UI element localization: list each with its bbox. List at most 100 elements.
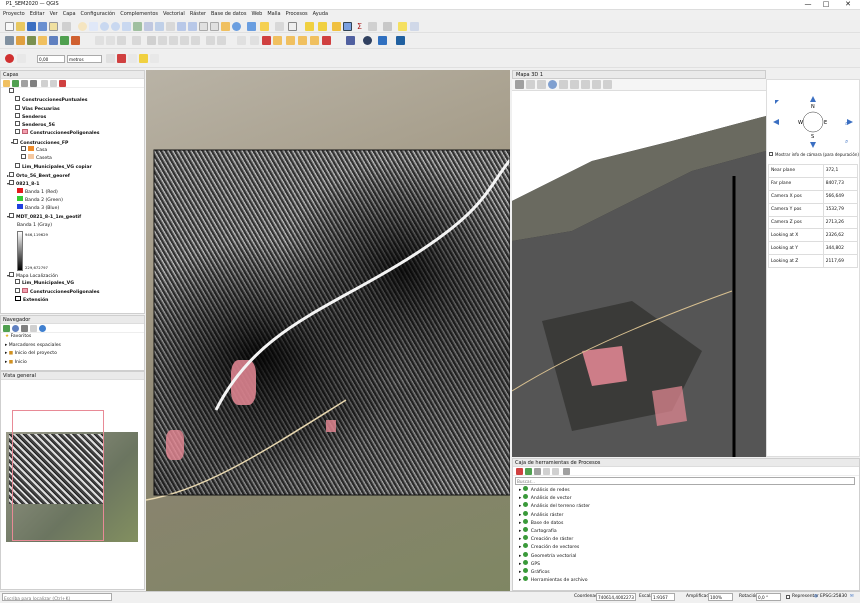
menu-ayuda[interactable]: Ayuda [313,10,328,19]
menu-web[interactable]: Web [251,10,262,19]
pan-hand-icon[interactable] [78,22,87,31]
identify-icon[interactable] [247,22,256,31]
map3d-canvas[interactable] [512,91,766,457]
snap-type-icon[interactable] [17,54,26,63]
messages-icon[interactable]: ✉ [850,594,854,599]
magnifier-field[interactable]: 100% [708,593,733,601]
processing-group[interactable]: ▸ Geometría vectorial [513,551,859,561]
collapse-browser-icon[interactable] [30,325,37,332]
group-checkbox[interactable] [9,88,14,93]
models-icon[interactable] [516,468,523,475]
processing-group[interactable]: ▸ Creación de ráster [513,535,859,544]
layer-item[interactable]: Extensión [3,295,142,305]
toggle-edit-icon[interactable] [106,36,115,45]
close-button[interactable]: ✕ [840,0,856,9]
menu-raster[interactable]: Ráster [190,10,206,19]
save-edits-icon[interactable] [117,36,126,45]
layer-item[interactable]: ▾ 0821_8-1 [3,180,142,188]
self-snap-icon[interactable] [139,54,148,63]
print-icon[interactable] [62,22,71,31]
plugin-icon[interactable] [378,36,387,45]
zoom-full-3d-icon[interactable] [526,80,535,89]
add-vector-icon[interactable] [16,36,25,45]
text-annotation-icon[interactable] [410,22,419,31]
expand-all-icon[interactable] [41,80,48,87]
zoom-out-icon[interactable] [111,22,120,31]
menu-editar[interactable]: Editar [30,10,45,19]
processing-group[interactable]: ▸ GPS [513,559,859,569]
processing-group[interactable]: ▸ Análisis de redes [513,486,859,495]
camera-control-icon[interactable] [515,80,524,89]
legend-item[interactable]: Caseta [3,154,142,163]
new-3d-map-icon[interactable] [210,22,219,31]
data-source-icon[interactable] [5,36,14,45]
diagram-icon[interactable] [322,36,331,45]
add-postgis-icon[interactable] [71,36,80,45]
layer-item[interactable]: ▾ Mapa Localización [3,272,142,280]
units-select[interactable]: metros [67,55,102,63]
menu-configuracion[interactable]: Configuración [81,10,116,19]
zoom-next-icon[interactable] [188,22,197,31]
highlight-label-icon[interactable] [262,36,271,45]
show-camera-info[interactable]: Mostrar info de cámara (para depuración) [769,152,859,157]
processing-group[interactable]: ▸ Herramientas de archivo [513,576,859,585]
rotate-label-icon[interactable] [286,36,295,45]
statistics-icon[interactable] [332,22,341,31]
move-label-icon[interactable] [273,36,282,45]
filter-icon[interactable] [30,80,37,87]
layer-item[interactable]: Lim_Municipales_VG copiar [3,162,142,172]
layout-icon[interactable] [49,22,58,31]
menu-complementos[interactable]: Complementos [120,10,158,19]
add-group-icon[interactable] [12,80,19,87]
sync-icon[interactable] [592,80,601,89]
settings-gear-icon[interactable] [343,22,352,31]
snapping-icon[interactable] [5,54,14,63]
measure-icon[interactable] [368,22,377,31]
zoom-last-icon[interactable] [177,22,186,31]
zoom-selection-icon[interactable] [144,22,153,31]
processing-group[interactable]: ▸ Base de datos [513,518,859,528]
deselect-icon[interactable] [275,22,284,31]
save-as-icon[interactable] [38,22,47,31]
browser-item-home[interactable]: ▸ ■ Inicio [1,359,144,368]
cut-features-icon[interactable] [169,36,178,45]
zoom-native-icon[interactable] [166,22,175,31]
processing-group[interactable]: ▸ Análisis ráster [513,510,859,520]
in-place-icon[interactable] [552,468,559,475]
sum-icon[interactable]: Σ [355,22,364,31]
layer-item[interactable]: ▸ Orto_56_Bent_georef [3,171,142,180]
map-canvas[interactable] [146,70,510,591]
animation-icon[interactable] [570,80,579,89]
zoom-rubber-icon[interactable] [122,22,131,31]
locator-input[interactable]: Escriba para localizar (Ctrl+K) [2,593,112,602]
save-image-icon[interactable] [581,80,590,89]
undo-icon[interactable] [206,36,215,45]
browser-item-project-home[interactable]: ▸ ■ Inicio del proyecto [1,350,144,359]
delete-selected-icon[interactable] [158,36,167,45]
paste-features-icon[interactable] [191,36,200,45]
database-icon[interactable] [346,36,355,45]
intersection-icon[interactable] [150,54,159,63]
zoom-layer-icon[interactable] [155,22,164,31]
collapse-all-icon[interactable] [50,80,57,87]
manage-themes-icon[interactable] [21,80,28,87]
measure-3d-icon[interactable] [559,80,568,89]
zoom-full-icon[interactable] [133,22,142,31]
overview-extent-box[interactable] [12,410,104,541]
copy-features-icon[interactable] [180,36,189,45]
toolbox-icon[interactable] [318,22,327,31]
layer-item[interactable]: Senderos [3,112,142,122]
toggle-on-screen-icon[interactable] [537,80,546,89]
open-style-icon[interactable] [3,80,10,87]
menu-vectorial[interactable]: Vectorial [163,10,185,19]
menu-proyecto[interactable]: Proyecto [3,10,25,19]
change-label-icon[interactable] [298,36,307,45]
layer-item[interactable]: ConstruccionesPuntuales [3,96,142,105]
open-project-icon[interactable] [16,22,25,31]
new-project-icon[interactable] [5,22,14,31]
add-mesh-icon[interactable] [38,36,47,45]
remove-layer-icon[interactable] [59,80,66,87]
coordinate-field[interactable]: 740614,4002273 [596,593,636,601]
field-calculator-icon[interactable] [305,22,314,31]
python-console-icon[interactable] [363,36,372,45]
